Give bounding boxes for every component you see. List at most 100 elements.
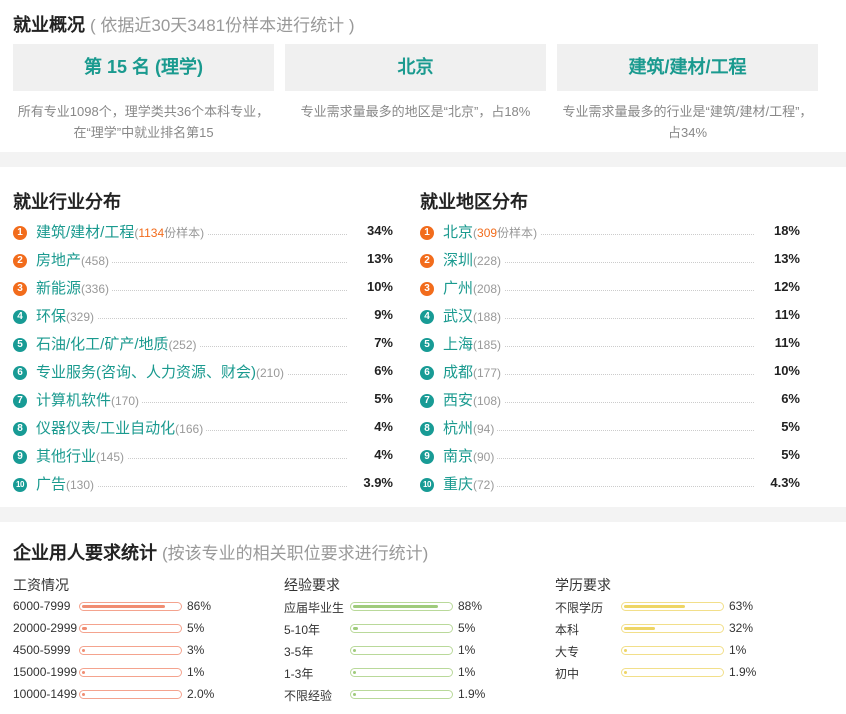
region-name-link[interactable]: 重庆(72) xyxy=(443,473,498,494)
industry-name-link[interactable]: 计算机软件(170) xyxy=(36,389,143,410)
region-name-link[interactable]: 武汉(188) xyxy=(443,305,505,326)
region-name: 重庆 xyxy=(443,476,474,493)
industry-name-link[interactable]: 石油/化工/矿产/地质(252) xyxy=(36,333,200,354)
salary-bar xyxy=(79,602,182,611)
experience-label: 3-5年 xyxy=(284,645,314,659)
region-percent: 18% xyxy=(769,223,800,238)
region-row[interactable]: 7 西安(108) 6% xyxy=(420,388,800,416)
salary-value: 5% xyxy=(187,621,205,635)
region-row[interactable]: 9 南京(90) 5% xyxy=(420,444,800,472)
experience-value: 1.9% xyxy=(458,687,486,701)
region-name-link[interactable]: 上海(185) xyxy=(443,333,505,354)
experience-bar-fill xyxy=(353,671,356,674)
industry-count: (210) xyxy=(256,366,285,380)
region-row[interactable]: 4 武汉(188) 11% xyxy=(420,304,800,332)
industry-name: 建筑/建材/工程 xyxy=(36,224,135,241)
rank-badge: 5 xyxy=(13,338,27,352)
top-industry-card: 建筑/建材/工程 xyxy=(557,44,818,91)
industry-name-link[interactable]: 仪器仪表/工业自动化(166) xyxy=(36,417,207,438)
industry-row[interactable]: 7 计算机软件(170) 5% xyxy=(13,388,393,416)
region-row[interactable]: 6 成都(177) 10% xyxy=(420,360,800,388)
top-region-card: 北京 xyxy=(285,44,546,91)
education-bar-fill xyxy=(624,627,655,630)
region-count: (188) xyxy=(473,310,502,324)
industry-name-link[interactable]: 环保(329) xyxy=(36,305,98,326)
industry-name-link[interactable]: 专业服务(咨询、人力资源、财会)(210) xyxy=(36,361,288,382)
region-name: 北京 xyxy=(443,224,474,241)
region-row[interactable]: 3 广州(208) 12% xyxy=(420,276,800,304)
industry-name: 广告 xyxy=(36,476,67,493)
education-row: 大专 1% xyxy=(555,640,775,662)
region-row[interactable]: 5 上海(185) 11% xyxy=(420,332,800,360)
region-name-link[interactable]: 深圳(228) xyxy=(443,249,505,270)
industry-row[interactable]: 6 专业服务(咨询、人力资源、财会)(210) 6% xyxy=(13,360,393,388)
experience-value: 1% xyxy=(458,643,476,657)
rank-badge: 10 xyxy=(13,478,27,492)
region-name-link[interactable]: 广州(208) xyxy=(443,277,505,298)
rank-badge: 8 xyxy=(420,422,434,436)
experience-bar xyxy=(350,690,453,699)
education-bar xyxy=(621,602,724,611)
region-percent: 11% xyxy=(770,307,800,322)
region-name-link[interactable]: 北京(309份样本) xyxy=(443,221,541,242)
education-row: 初中 1.9% xyxy=(555,662,775,684)
salary-label: 20000-2999 xyxy=(13,621,77,635)
salary-bar xyxy=(79,624,182,633)
rank-badge: 2 xyxy=(13,254,27,268)
region-name: 广州 xyxy=(443,280,474,297)
experience-bar-fill xyxy=(353,649,356,652)
region-count: (185) xyxy=(473,338,502,352)
salary-bar xyxy=(79,646,182,655)
region-row[interactable]: 10 重庆(72) 4.3% xyxy=(420,472,800,500)
region-name-link[interactable]: 成都(177) xyxy=(443,361,505,382)
sample-suffix: 份样本 xyxy=(497,226,534,240)
industry-name-link[interactable]: 建筑/建材/工程(1134份样本) xyxy=(36,221,208,242)
industry-row[interactable]: 1 建筑/建材/工程(1134份样本) 34% xyxy=(13,220,393,248)
overview-panel: 就业概况 ( 依据近30天3481份样本进行统计 ) 第 15 名 (理学) 所… xyxy=(0,0,846,152)
industry-row[interactable]: 9 其他行业(145) 4% xyxy=(13,444,393,472)
salary-bar-fill xyxy=(82,671,85,674)
top-industry-note: 专业需求量最多的行业是“建筑/建材/工程”，占34% xyxy=(562,104,813,140)
region-count: (228) xyxy=(473,254,502,268)
region-row[interactable]: 2 深圳(228) 13% xyxy=(420,248,800,276)
industry-percent: 4% xyxy=(370,419,393,434)
salary-row: 10000-1499 2.0% xyxy=(13,684,233,706)
experience-title: 经验要求 xyxy=(284,577,340,593)
overview-title: 就业概况 ( 依据近30天3481份样本进行统计 ) xyxy=(13,11,355,37)
education-bar-fill xyxy=(624,649,627,652)
industry-row[interactable]: 3 新能源(336) 10% xyxy=(13,276,393,304)
industry-percent: 13% xyxy=(362,251,393,266)
requirements-subtitle: (按该专业的相关职位要求进行统计) xyxy=(162,544,429,563)
industry-name-link[interactable]: 新能源(336) xyxy=(36,277,113,298)
region-name-link[interactable]: 南京(90) xyxy=(443,445,498,466)
industry-name-link[interactable]: 房地产(458) xyxy=(36,249,113,270)
rank-card: 第 15 名 (理学) xyxy=(13,44,274,91)
industry-count: (130) xyxy=(66,478,95,492)
experience-bar-fill xyxy=(353,605,438,608)
salary-bar-fill xyxy=(82,627,87,630)
experience-value: 5% xyxy=(458,621,476,635)
region-name: 南京 xyxy=(443,448,474,465)
region-row[interactable]: 8 杭州(94) 5% xyxy=(420,416,800,444)
industry-row[interactable]: 2 房地产(458) 13% xyxy=(13,248,393,276)
industry-percent: 7% xyxy=(370,335,393,350)
industry-percent: 6% xyxy=(370,363,393,378)
industry-name-link[interactable]: 广告(130) xyxy=(36,473,98,494)
industry-row[interactable]: 4 环保(329) 9% xyxy=(13,304,393,332)
industry-count: (458) xyxy=(81,254,110,268)
industry-name-link[interactable]: 其他行业(145) xyxy=(36,445,128,466)
region-name-link[interactable]: 西安(108) xyxy=(443,389,505,410)
region-name-link[interactable]: 杭州(94) xyxy=(443,417,498,438)
rank-badge: 7 xyxy=(420,394,434,408)
salary-label: 4500-5999 xyxy=(13,643,71,657)
region-row[interactable]: 1 北京(309份样本) 18% xyxy=(420,220,800,248)
requirements-title: 企业用人要求统计 (按该专业的相关职位要求进行统计) xyxy=(13,539,428,565)
experience-bar xyxy=(350,646,453,655)
industry-row[interactable]: 8 仪器仪表/工业自动化(166) 4% xyxy=(13,416,393,444)
industry-row[interactable]: 5 石油/化工/矿产/地质(252) 7% xyxy=(13,332,393,360)
experience-row: 不限经验 1.9% xyxy=(284,684,504,706)
salary-row: 6000-7999 86% xyxy=(13,596,233,618)
education-bar xyxy=(621,646,724,655)
industry-row[interactable]: 10 广告(130) 3.9% xyxy=(13,472,393,500)
region-name: 成都 xyxy=(443,364,474,381)
